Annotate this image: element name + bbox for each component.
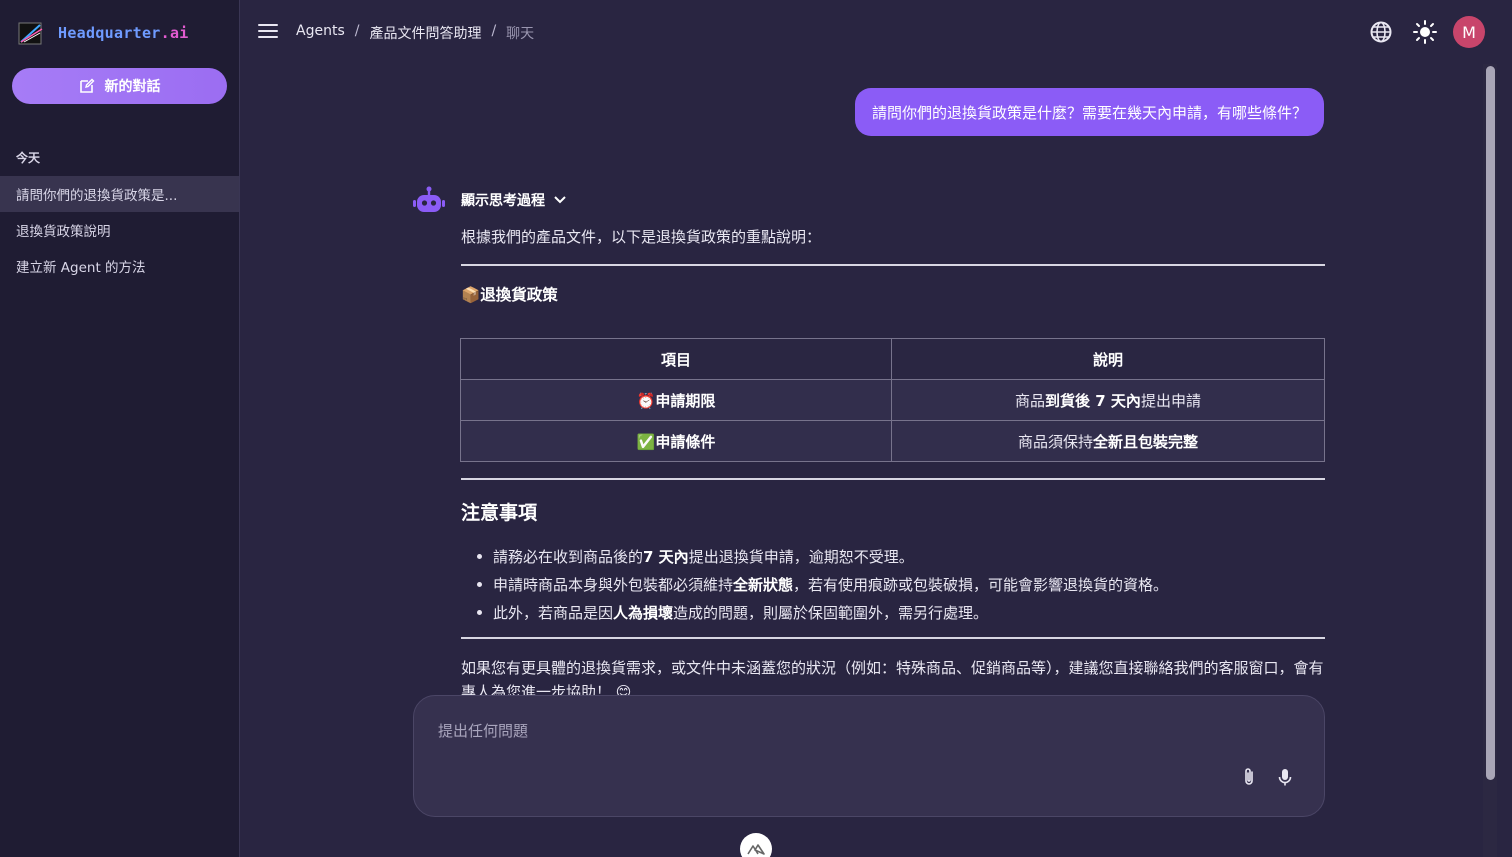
- divider: [461, 264, 1325, 266]
- breadcrumb-current: 聊天: [506, 26, 535, 42]
- new-chat-label: 新的對話: [104, 79, 161, 95]
- answer-intro: 根據我們的產品文件，以下是退換貨政策的重點說明：: [461, 228, 822, 246]
- notes-heading: 注意事項: [461, 502, 538, 524]
- table-cell: ⏰申請期限: [460, 379, 892, 421]
- table-header: 說明: [891, 338, 1325, 380]
- globe-icon[interactable]: [1368, 19, 1394, 45]
- show-thinking-label: 顯示思考過程: [461, 193, 545, 209]
- brand-logo-icon: [18, 22, 43, 45]
- policy-table: 項目 說明 ⏰申請期限 商品到貨後 7 天內提出申請 ✅申請條件 商品須保持全新…: [460, 338, 1325, 462]
- history-item[interactable]: 請問你們的退換貨政策是...: [0, 176, 239, 212]
- breadcrumb-agents[interactable]: Agents: [296, 23, 345, 43]
- history-item-label: 退換貨政策說明: [16, 224, 111, 240]
- show-thinking-toggle[interactable]: 顯示思考過程: [461, 190, 567, 210]
- menu-icon[interactable]: [258, 24, 278, 40]
- divider: [461, 478, 1325, 480]
- chevron-down-icon: [554, 196, 566, 204]
- policy-heading: 📦退換貨政策: [461, 286, 558, 304]
- sun-icon[interactable]: [1412, 19, 1438, 45]
- mountain-logo-icon: [747, 844, 765, 855]
- microphone-icon[interactable]: [1274, 766, 1296, 788]
- history-item[interactable]: 建立新 Agent 的方法: [0, 248, 239, 284]
- breadcrumb-agent[interactable]: 產品文件問答助理: [369, 23, 481, 43]
- list-item: 請務必在收到商品後的 7 天內 提出退換貨申請，逾期恕不受理。: [477, 542, 1168, 570]
- history-item-label: 請問你們的退換貨政策是...: [16, 188, 178, 204]
- row-item: ⏰申請期限: [636, 391, 716, 410]
- list-item: 申請時商品本身與外包裝都必須維持 全新狀態 ，若有使用痕跡或包裝破損，可能會影響退換…: [477, 570, 1168, 598]
- user-message: 請問你們的退換貨政策是什麼？需要在幾天內申請，有哪些條件？: [854, 88, 1324, 136]
- brand-name: Headquarter.ai: [58, 24, 189, 42]
- breadcrumb: Agents / 產品文件問答助理 / 聊天: [296, 23, 534, 43]
- table-row: ✅申請條件 商品須保持全新且包裝完整: [460, 420, 1325, 462]
- notes-list: 請務必在收到商品後的 7 天內 提出退換貨申請，逾期恕不受理。 申請時商品本身與外…: [477, 542, 1168, 626]
- table-cell: ✅申請條件: [460, 420, 892, 462]
- paperclip-icon[interactable]: [1238, 766, 1260, 788]
- user-avatar[interactable]: M: [1453, 16, 1485, 48]
- footer-logo[interactable]: [740, 833, 772, 857]
- table-row: ⏰申請期限 商品到貨後 7 天內提出申請: [460, 379, 1325, 421]
- composer: [413, 695, 1325, 817]
- table-header-row: 項目 說明: [460, 338, 1325, 380]
- history-item[interactable]: 退換貨政策說明: [0, 212, 239, 248]
- brand[interactable]: Headquarter.ai: [18, 20, 189, 46]
- breadcrumb-separator: /: [491, 23, 497, 39]
- chat-input[interactable]: [438, 720, 1298, 760]
- divider: [461, 637, 1325, 639]
- robot-icon: [413, 186, 445, 212]
- section-today-label: 今天: [16, 151, 41, 165]
- history-item-label: 建立新 Agent 的方法: [16, 260, 146, 276]
- breadcrumb-separator: /: [354, 23, 360, 39]
- scrollbar-thumb[interactable]: [1486, 66, 1495, 780]
- list-item: 此外，若商品是因 人為損壞 造成的問題，則屬於保固範圍外，需另行處理。: [477, 598, 1168, 626]
- row-item: ✅申請條件: [636, 432, 716, 451]
- table-cell: 商品到貨後 7 天內提出申請: [891, 379, 1325, 421]
- new-chat-button[interactable]: 新的對話: [12, 68, 227, 104]
- table-cell: 商品須保持全新且包裝完整: [891, 420, 1325, 462]
- edit-icon: [79, 78, 94, 93]
- table-header: 項目: [460, 338, 892, 380]
- sidebar: Headquarter.ai 新的對話 今天 請問你們的退換貨政策是... 退換…: [0, 0, 240, 857]
- answer-closing: 如果您有更具體的退換貨需求，或文件中未涵蓋您的狀況（例如：特殊商品、促銷商品等）…: [461, 659, 1324, 696]
